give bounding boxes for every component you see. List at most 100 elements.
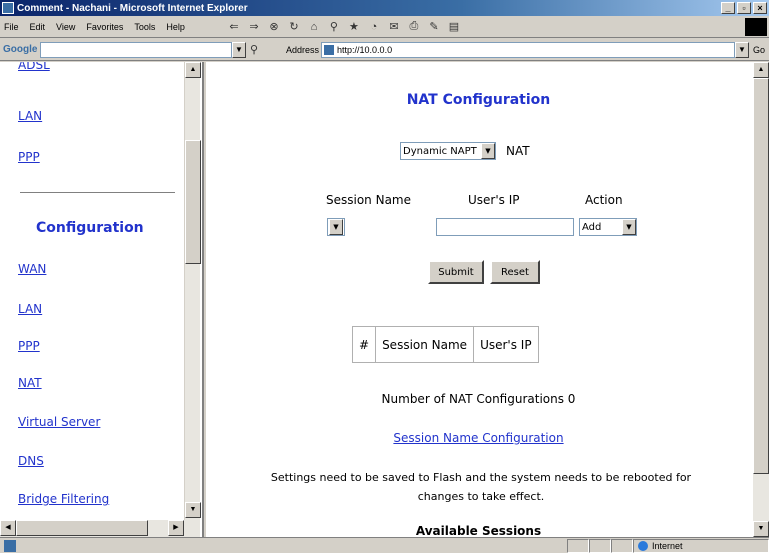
nat-mode-value: Dynamic NAPT [403,145,477,157]
mail-icon[interactable]: ✉ [386,20,402,34]
nat-config-page: NAT Configuration Dynamic NAPT ▼ NAT Ses… [206,62,751,537]
discuss-icon[interactable]: ▤ [446,20,462,34]
users-ip-input[interactable] [436,218,574,236]
page-status-icon [4,539,16,552]
sessions-table: # Session Name User's IP [351,326,539,363]
nat-mode-select[interactable]: Dynamic NAPT ▼ [400,142,496,160]
status-pane-3 [611,538,633,553]
menu-help[interactable]: Help [166,22,185,32]
title-bar: Comment - Nachani - Microsoft Internet E… [0,0,769,16]
menu-tools[interactable]: Tools [134,22,155,32]
scroll-up-icon[interactable]: ▲ [753,62,769,78]
back-icon[interactable]: ⇐ [226,20,242,34]
available-sessions-heading: Available Sessions [415,524,542,537]
notice-line-2: changes to take effect. [417,490,545,503]
nav-link-lan[interactable]: LAN [18,302,42,316]
menu-bar: File Edit View Favorites Tools Help ⇐ ⇒ … [0,16,769,38]
status-pane-1 [567,538,589,553]
ie-logo-icon [745,18,767,36]
google-search-icon[interactable]: ⚲ [246,43,262,57]
nav-divider [20,192,175,194]
reboot-notice: Settings need to be saved to Flash and t… [216,468,746,506]
toolbar: ⇐ ⇒ ⊗ ↻ ⌂ ⚲ ★ ◔ ✉ ⎙ ✎ ▤ [226,20,466,34]
table-header-users-ip: User's IP [473,326,539,363]
maximize-button[interactable]: ▫ [737,2,751,14]
home-icon[interactable]: ⌂ [306,20,322,34]
go-button[interactable]: Go [753,45,765,55]
nav-link-bridge-filtering[interactable]: Bridge Filtering [18,492,109,506]
chevron-down-icon[interactable]: ▼ [622,219,636,235]
search-icon[interactable]: ⚲ [326,20,342,34]
status-bar: Internet [0,537,769,553]
content-vertical-scrollbar[interactable]: ▲ ▼ [753,62,769,537]
chevron-down-icon[interactable]: ▼ [329,219,343,235]
favorites-icon[interactable]: ★ [346,20,362,34]
users-ip-header: User's IP [468,193,520,207]
hscroll-thumb[interactable] [16,520,148,536]
address-label: Address [286,44,320,55]
action-header: Action [585,193,623,207]
scroll-left-icon[interactable]: ◀ [0,520,16,536]
nav-link-ppp[interactable]: PPP [18,339,40,353]
nat-mode-label: NAT [506,144,530,158]
nav-horizontal-scrollbar[interactable]: ◀ ▶ [0,520,200,537]
zone-label: Internet [652,540,683,551]
google-search-input[interactable] [40,41,232,58]
browser-window: Comment - Nachani - Microsoft Internet E… [0,0,769,553]
submit-button[interactable]: Submit [428,260,484,284]
action-select[interactable]: Add ▼ [579,218,637,236]
nav-link-adsl[interactable]: ADSL [18,62,50,72]
session-name-config-link[interactable]: Session Name Configuration [206,431,751,445]
history-icon[interactable]: ◔ [366,20,382,34]
google-toolbar-label[interactable]: Google - [0,44,44,55]
minimize-button[interactable]: _ [721,2,735,14]
scroll-up-icon[interactable]: ▲ [185,62,201,78]
scroll-thumb[interactable] [753,78,769,474]
scroll-thumb[interactable] [185,140,201,264]
security-zone: Internet [633,538,769,553]
nav-link-nat[interactable]: NAT [18,376,42,390]
chevron-down-icon[interactable]: ▼ [481,143,495,159]
address-dropdown-icon[interactable]: ▼ [734,41,749,58]
close-button[interactable]: × [753,2,767,14]
scroll-down-icon[interactable]: ▼ [185,502,201,518]
nav-vertical-scrollbar[interactable]: ▲ ▼ [184,62,201,520]
refresh-icon[interactable]: ↻ [286,20,302,34]
forward-icon[interactable]: ⇒ [246,20,262,34]
nav-frame: ADSL LAN PPP Configuration WAN LAN PPP N… [0,62,204,537]
window-title: Comment - Nachani - Microsoft Internet E… [17,2,248,14]
nav-link-dns[interactable]: DNS [18,454,44,468]
globe-icon [638,540,648,551]
google-dropdown-icon[interactable]: ▼ [232,41,246,58]
table-header-index: # [351,326,377,363]
scroll-down-icon[interactable]: ▼ [753,521,769,537]
menu-favorites[interactable]: Favorites [86,22,123,32]
nav-link-ppp-status[interactable]: PPP [18,150,40,164]
page-title: NAT Configuration [406,92,551,108]
nav-link-lan-status[interactable]: LAN [18,109,42,123]
nav-link-wan[interactable]: WAN [18,262,46,276]
reset-button[interactable]: Reset [490,260,540,284]
address-value: http://10.0.0.0 [337,44,393,55]
nat-mode-row: Dynamic NAPT ▼ NAT [400,142,530,160]
nat-config-count: Number of NAT Configurations 0 [381,392,576,406]
notice-line-1: Settings need to be saved to Flash and t… [270,471,692,484]
address-input[interactable]: http://10.0.0.0 [321,41,735,58]
address-bar: Google - ▼ ⚲ Address http://10.0.0.0 ▼ G… [0,39,769,61]
ie-icon [2,2,14,14]
edit-icon[interactable]: ✎ [426,20,442,34]
table-header-session-name: Session Name [375,326,475,363]
table-header-row: # Session Name User's IP [351,326,539,363]
print-icon[interactable]: ⎙ [406,20,422,34]
menu-file[interactable]: File [4,22,19,32]
scroll-right-icon[interactable]: ▶ [168,520,184,536]
session-name-header: Session Name [326,193,412,207]
menu-edit[interactable]: Edit [30,22,46,32]
menu-view[interactable]: View [56,22,75,32]
content-frame: NAT Configuration Dynamic NAPT ▼ NAT Ses… [206,62,769,537]
nav-link-virtual-server[interactable]: Virtual Server [18,415,100,429]
session-name-select[interactable]: ▼ [327,218,345,236]
page-icon [324,44,335,55]
stop-icon[interactable]: ⊗ [266,20,282,34]
configuration-heading: Configuration [36,220,144,236]
